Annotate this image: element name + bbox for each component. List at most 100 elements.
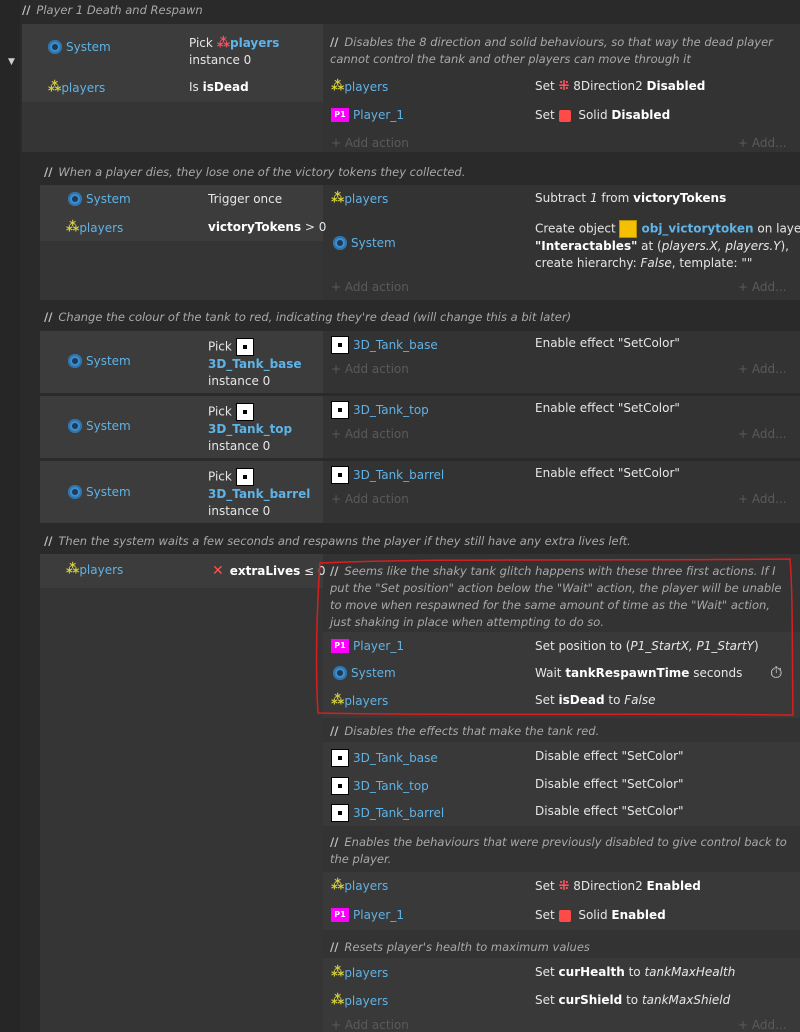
players-sprite-icon: ⁂ bbox=[331, 993, 345, 1008]
action-object-tank-top[interactable]: 3D_Tank_top bbox=[331, 401, 429, 419]
sprite-square-icon bbox=[235, 468, 254, 486]
add-action-button[interactable]: + Add action bbox=[331, 280, 409, 294]
action-set-cur-shield[interactable]: Set curShield to tankMaxShield bbox=[535, 993, 730, 1007]
event-3-comment: //Change the colour of the tank to red, … bbox=[44, 310, 572, 324]
8direction-behavior-icon: ⁜ bbox=[558, 879, 570, 894]
condition-pick-players[interactable]: Pick ⁂players instance 0 bbox=[189, 35, 279, 68]
condition-pick-tank-base[interactable]: Pick 3D_Tank_base instance 0 bbox=[208, 338, 302, 390]
gear-icon bbox=[68, 419, 82, 433]
add-button[interactable]: + Add... bbox=[738, 492, 787, 506]
condition-system[interactable]: System bbox=[68, 192, 131, 206]
event-4-conditions[interactable] bbox=[40, 554, 323, 1032]
add-button[interactable]: + Add... bbox=[738, 280, 787, 294]
sprite-square-icon bbox=[235, 338, 254, 356]
sprite-square-icon bbox=[235, 403, 254, 421]
add-button[interactable]: + Add... bbox=[738, 362, 787, 376]
condition-system[interactable]: System bbox=[48, 40, 111, 54]
add-button[interactable]: + Add... bbox=[738, 427, 787, 441]
action-object-tank-barrel[interactable]: 3D_Tank_barrel bbox=[331, 804, 444, 822]
solid-behavior-icon bbox=[558, 109, 571, 122]
event-4-comment: //Then the system waits a few seconds an… bbox=[44, 534, 631, 548]
action-set-8direction-enabled[interactable]: Set ⁜ 8Direction2 Enabled bbox=[535, 879, 701, 894]
add-action-button[interactable]: + Add action bbox=[331, 492, 409, 506]
sprite-square-icon bbox=[331, 401, 349, 419]
left-gutter bbox=[0, 0, 20, 1032]
event-4-comment-c: //Enables the behaviours that were previ… bbox=[330, 835, 787, 866]
sprite-square-icon bbox=[331, 749, 349, 767]
group-title: //Player 1 Death and Respawn bbox=[22, 3, 203, 17]
condition-players[interactable]: ⁂ players bbox=[66, 220, 123, 235]
add-action-button[interactable]: + Add action bbox=[331, 362, 409, 376]
red-highlight-outline bbox=[315, 558, 794, 716]
condition-pick-tank-barrel[interactable]: Pick 3D_Tank_barrel instance 0 bbox=[208, 468, 310, 520]
action-set-solid-enabled[interactable]: Set Solid Enabled bbox=[535, 908, 666, 922]
action-object-tank-top[interactable]: 3D_Tank_top bbox=[331, 777, 429, 795]
action-enable-effect[interactable]: Enable effect "SetColor" bbox=[535, 336, 680, 350]
action-object-players[interactable]: ⁂ players bbox=[331, 79, 388, 94]
event-2-comment: //When a player dies, they lose one of t… bbox=[44, 165, 466, 179]
action-set-solid-disabled[interactable]: Set Solid Disabled bbox=[535, 108, 670, 122]
condition-is-dead[interactable]: Is isDead bbox=[189, 80, 249, 94]
condition-players[interactable]: ⁂ players bbox=[66, 562, 123, 577]
action-subtract-victory-tokens[interactable]: Subtract 1 from victoryTokens bbox=[535, 191, 726, 205]
p1-sprite-icon: P1 bbox=[331, 108, 349, 122]
condition-players[interactable]: ⁂ players bbox=[48, 80, 105, 95]
p1-sprite-icon: P1 bbox=[331, 908, 349, 922]
add-button[interactable]: + Add... bbox=[738, 1018, 787, 1032]
condition-extra-lives[interactable]: ✕ extraLives ≤ 0 bbox=[212, 563, 326, 579]
players-sprite-icon: ⁂ bbox=[331, 191, 345, 206]
players-sprite-icon: ⁂ bbox=[331, 79, 345, 94]
add-action-button[interactable]: + Add action bbox=[331, 1018, 409, 1032]
sprite-square-icon bbox=[331, 466, 349, 484]
action-disable-effect[interactable]: Disable effect "SetColor" bbox=[535, 804, 684, 818]
add-button[interactable]: + Add... bbox=[738, 136, 787, 150]
add-action-button[interactable]: + Add action bbox=[331, 136, 409, 150]
players-sprite-icon: ⁂ bbox=[216, 36, 230, 51]
action-object-player-1[interactable]: P1 Player_1 bbox=[331, 108, 404, 122]
action-object-players[interactable]: ⁂ players bbox=[331, 993, 388, 1008]
collapse-arrow-icon[interactable]: ▼ bbox=[8, 57, 15, 67]
gear-icon bbox=[48, 40, 62, 54]
gear-icon bbox=[68, 485, 82, 499]
condition-victory-tokens[interactable]: victoryTokens > 0 bbox=[208, 220, 326, 234]
action-object-system[interactable]: System bbox=[333, 236, 396, 250]
action-enable-effect[interactable]: Enable effect "SetColor" bbox=[535, 466, 680, 480]
action-set-8direction-disabled[interactable]: Set ⁜ 8Direction2 Disabled bbox=[535, 79, 705, 94]
gear-icon bbox=[68, 192, 82, 206]
action-disable-effect[interactable]: Disable effect "SetColor" bbox=[535, 749, 684, 763]
add-action-button[interactable]: + Add action bbox=[331, 427, 409, 441]
action-object-players[interactable]: ⁂ players bbox=[331, 191, 388, 206]
players-sprite-icon: ⁂ bbox=[66, 562, 80, 577]
gear-icon bbox=[68, 354, 82, 368]
sprite-square-icon bbox=[331, 777, 349, 795]
action-object-tank-base[interactable]: 3D_Tank_base bbox=[331, 749, 438, 767]
action-enable-effect[interactable]: Enable effect "SetColor" bbox=[535, 401, 680, 415]
solid-behavior-icon bbox=[558, 909, 571, 922]
condition-system[interactable]: System bbox=[68, 485, 131, 499]
action-object-tank-barrel[interactable]: 3D_Tank_barrel bbox=[331, 466, 444, 484]
event-4-comment-d: //Resets player's health to maximum valu… bbox=[330, 940, 590, 954]
action-object-players[interactable]: ⁂ players bbox=[331, 965, 388, 980]
event-4-comment-b: //Disables the effects that make the tan… bbox=[330, 724, 600, 738]
8direction-behavior-icon: ⁜ bbox=[558, 79, 570, 94]
token-sprite-icon bbox=[619, 220, 638, 238]
players-sprite-icon: ⁂ bbox=[66, 220, 80, 235]
action-set-cur-health[interactable]: Set curHealth to tankMaxHealth bbox=[535, 965, 735, 979]
invert-x-icon: ✕ bbox=[212, 563, 224, 579]
action-disable-effect[interactable]: Disable effect "SetColor" bbox=[535, 777, 684, 791]
players-sprite-icon: ⁂ bbox=[331, 878, 345, 893]
action-object-players[interactable]: ⁂ players bbox=[331, 878, 388, 893]
sprite-square-icon bbox=[331, 804, 349, 822]
gear-icon bbox=[333, 236, 347, 250]
action-object-player-1[interactable]: P1 Player_1 bbox=[331, 908, 404, 922]
players-sprite-icon: ⁂ bbox=[48, 80, 62, 95]
event-1-comment: //Disables the 8 direction and solid beh… bbox=[330, 35, 773, 66]
sprite-square-icon bbox=[331, 336, 349, 354]
action-create-object[interactable]: Create object obj_victorytoken on layer"… bbox=[535, 220, 800, 272]
action-object-tank-base[interactable]: 3D_Tank_base bbox=[331, 336, 438, 354]
condition-system[interactable]: System bbox=[68, 354, 131, 368]
condition-pick-tank-top[interactable]: Pick 3D_Tank_top instance 0 bbox=[208, 403, 292, 455]
condition-trigger-once[interactable]: Trigger once bbox=[208, 192, 282, 206]
condition-system[interactable]: System bbox=[68, 419, 131, 433]
players-sprite-icon: ⁂ bbox=[331, 965, 345, 980]
